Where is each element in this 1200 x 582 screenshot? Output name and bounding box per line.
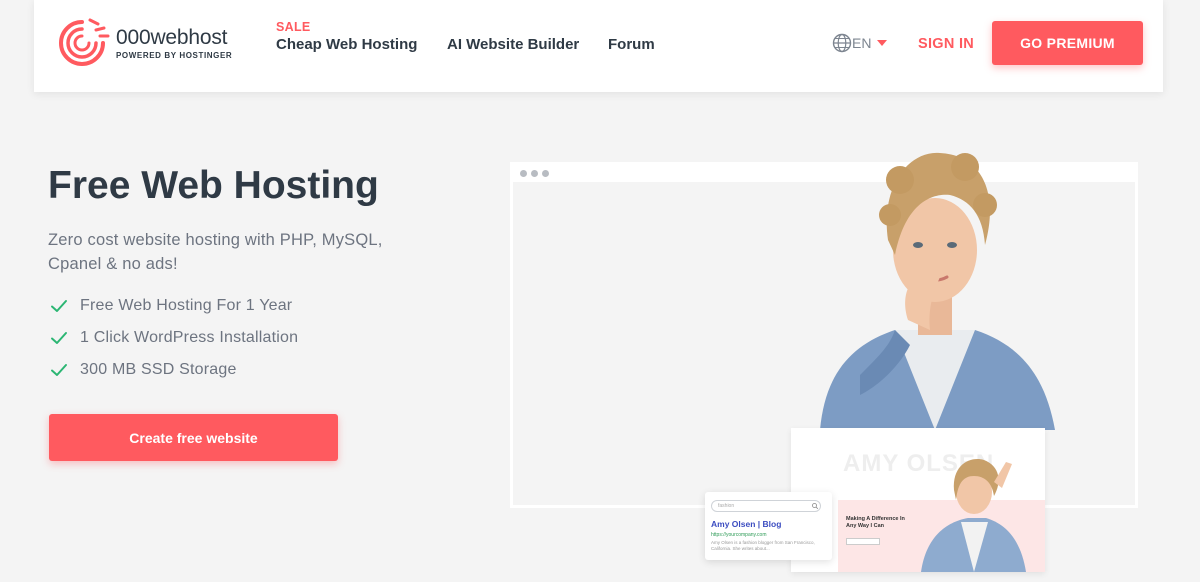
- search-result-card: fashion Amy Olsen | Blog https://yourcom…: [705, 492, 832, 560]
- nav-cheap-web-hosting[interactable]: Cheap Web Hosting: [276, 36, 417, 53]
- language-label: EN: [852, 35, 872, 51]
- top-header: 000webhost POWERED BY HOSTINGER SALE Che…: [34, 0, 1163, 92]
- feature-label: Free Web Hosting For 1 Year: [80, 297, 293, 314]
- brand-tagline: POWERED BY HOSTINGER: [116, 51, 233, 60]
- go-premium-button[interactable]: GO PREMIUM: [992, 21, 1143, 65]
- mini-search-input: fashion: [711, 500, 821, 512]
- mini-nav-bar: [791, 428, 1045, 440]
- feature-item: Free Web Hosting For 1 Year: [50, 290, 298, 322]
- search-result-url: https://yourcompany.com: [711, 532, 767, 538]
- search-result-title: Amy Olsen | Blog: [711, 519, 782, 529]
- brand-logo[interactable]: 000webhost POWERED BY HOSTINGER: [54, 16, 254, 70]
- mini-search-text: fashion: [718, 503, 735, 509]
- feature-item: 1 Click WordPress Installation: [50, 322, 298, 354]
- window-dot-icon: [531, 170, 538, 177]
- check-icon: [51, 332, 67, 344]
- mini-woman-image: [921, 459, 1026, 572]
- search-icon: [812, 503, 818, 509]
- feature-item: 300 MB SSD Storage: [50, 354, 298, 386]
- check-icon: [51, 364, 67, 376]
- hero-subtitle: Zero cost website hosting with PHP, MySQ…: [48, 231, 383, 273]
- nav-ai-website-builder[interactable]: AI Website Builder: [447, 36, 579, 53]
- feature-list: Free Web Hosting For 1 Year 1 Click Word…: [50, 290, 298, 386]
- language-selector[interactable]: EN: [832, 33, 888, 53]
- feature-label: 1 Click WordPress Installation: [80, 329, 299, 346]
- window-dot-icon: [520, 170, 527, 177]
- feature-label: 300 MB SSD Storage: [80, 361, 237, 378]
- chevron-down-icon: [877, 40, 888, 46]
- sale-badge: SALE: [276, 20, 311, 34]
- page-title: Free Web Hosting: [48, 164, 379, 207]
- hero-woman-image: [820, 152, 1055, 430]
- logo-swirl-icon: [59, 18, 110, 66]
- brand-name: 000webhost: [116, 26, 228, 49]
- mini-button: [846, 538, 880, 545]
- nav-forum[interactable]: Forum: [608, 36, 655, 53]
- search-result-description: Amy Olsen is a fashion blogger from San …: [711, 540, 815, 551]
- window-dot-icon: [542, 170, 549, 177]
- check-icon: [51, 300, 67, 312]
- create-free-website-button[interactable]: Create free website: [49, 414, 338, 461]
- sign-in-link[interactable]: SIGN IN: [918, 36, 974, 52]
- globe-icon: [832, 33, 852, 53]
